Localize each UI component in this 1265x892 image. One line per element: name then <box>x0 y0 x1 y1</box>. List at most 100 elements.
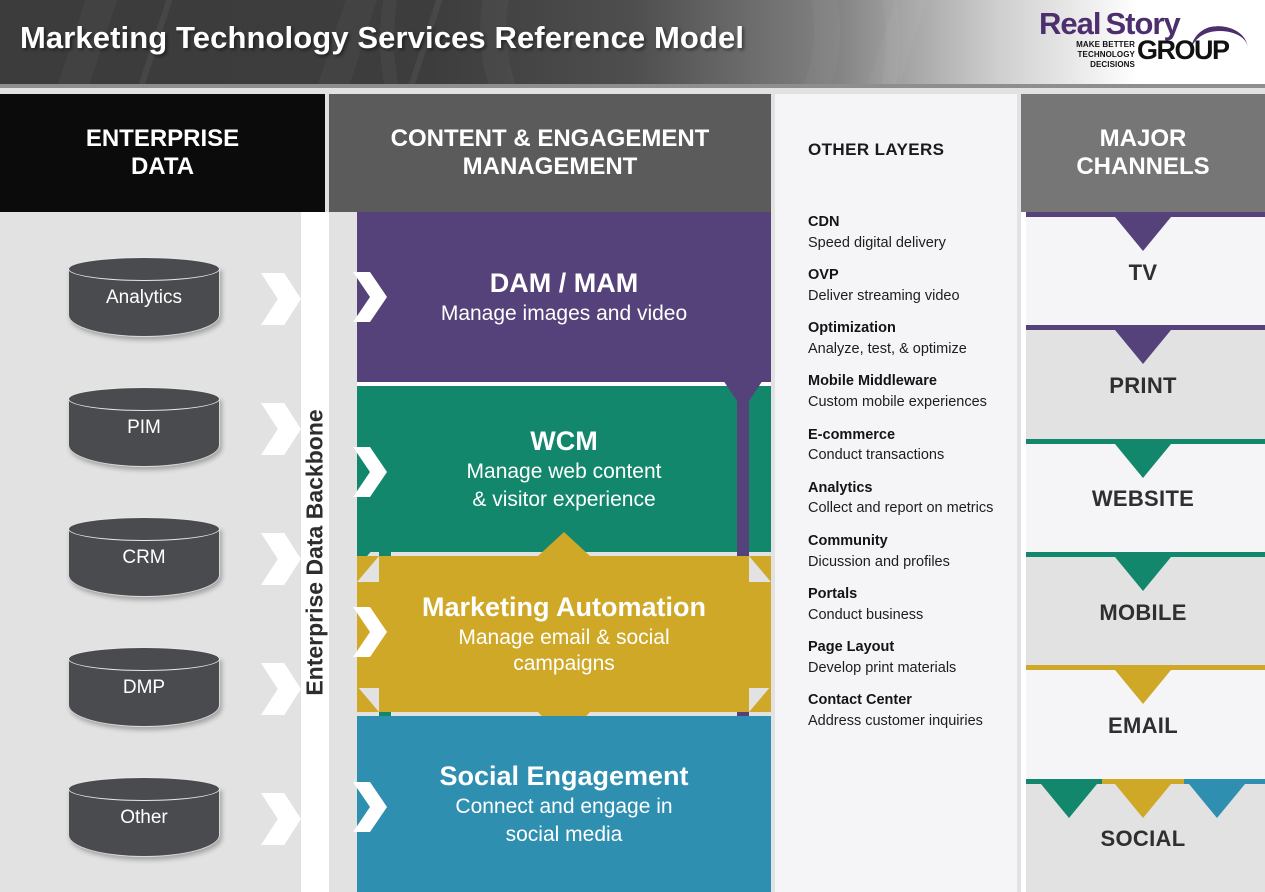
channel-down-arrow-icon <box>1115 783 1171 818</box>
channel-label: SOCIAL <box>1100 826 1186 852</box>
data-store-label: DMP <box>122 677 166 698</box>
other-layer-item[interactable]: E-commerce Conduct transactions <box>808 425 1005 466</box>
channel-label: PRINT <box>1109 372 1177 398</box>
capability-block-marketing-automation[interactable]: Marketing Automation Manage email & soci… <box>357 532 771 740</box>
other-layer-description: Develop print materials <box>808 659 957 676</box>
data-store-cylinder[interactable]: PIM <box>68 387 220 472</box>
gold-notch-bottom-left <box>357 686 379 712</box>
band-enterprise-line-1: ENTERPRISE <box>85 124 240 152</box>
gold-notch-bottom-right <box>749 686 771 712</box>
band-enterprise-line-2: DATA <box>130 153 195 180</box>
band-channels-line-2: CHANNELS <box>1076 153 1210 180</box>
channel-down-arrow-icon <box>1115 217 1171 251</box>
other-layer-name: Analytics <box>808 479 873 496</box>
data-store-cylinder[interactable]: DMP <box>68 647 220 732</box>
channel-down-arrow-icon <box>1115 670 1171 705</box>
band-header-enterprise-data: ENTERPRISE DATA <box>0 94 325 212</box>
band-content-line-2: MANAGEMENT <box>462 153 638 180</box>
gold-up-arrow-icon <box>538 532 590 556</box>
band-header-content-engagement: CONTENT & ENGAGEMENT MANAGEMENT <box>329 94 771 212</box>
other-layer-item[interactable]: Community Dicussion and profiles <box>808 531 1005 572</box>
data-store-cylinder[interactable]: CRM <box>68 517 220 602</box>
other-layer-description: Conduct transactions <box>808 447 945 464</box>
other-layer-item[interactable]: CDN Speed digital delivery <box>808 212 1005 253</box>
real-story-group-logo: Real Story GROUP MAKE BETTER TECHNOLOGY D… <box>1039 4 1249 76</box>
flow-chevron-icon <box>261 273 301 325</box>
channel-row-social[interactable]: SOCIAL <box>1021 778 1265 892</box>
other-layer-description: Custom mobile experiences <box>808 394 987 411</box>
logo-tagline: MAKE BETTER TECHNOLOGY DECISIONS <box>1039 40 1135 70</box>
channel-label: MOBILE <box>1099 599 1187 625</box>
cylinder-top <box>68 257 220 281</box>
band-header-major-channels: MAJOR CHANNELS <box>1021 94 1265 212</box>
cylinder-top <box>68 777 220 801</box>
other-layer-name: CDN <box>808 214 840 230</box>
channel-down-arrow-icon <box>1041 783 1097 818</box>
purple-flow-arrow-head-upper <box>719 374 767 410</box>
capability-block-social-engagement[interactable]: Social Engagement Connect and engage in … <box>357 716 771 892</box>
band-content-line-1: CONTENT & ENGAGEMENT <box>390 124 710 152</box>
gold-notch-top-right <box>749 556 771 582</box>
other-layer-name: Page Layout <box>808 639 895 656</box>
block-subtitle-line-1: Manage web content <box>466 460 662 484</box>
other-layer-description: Dicussion and profiles <box>808 553 950 570</box>
other-layer-description: Deliver streaming video <box>808 287 960 304</box>
flow-chevron-icon <box>261 793 301 845</box>
major-channels-panel: TV PRINT WEBSITE MOBILE EMAIL SOCIAL <box>1021 212 1265 892</box>
channel-label: EMAIL <box>1108 712 1178 738</box>
other-layer-name: OVP <box>808 267 839 284</box>
channel-down-arrow-icon <box>1189 783 1245 818</box>
block-title: DAM / MAM <box>489 268 639 298</box>
other-layer-name: Portals <box>808 586 858 603</box>
logo-tagline-line-1: MAKE BETTER <box>1076 40 1135 49</box>
other-layer-description: Analyze, test, & optimize <box>808 340 967 357</box>
enterprise-data-panel: Analytics PIM CRM DMP Other <box>0 212 301 892</box>
other-layer-item[interactable]: OVP Deliver streaming video <box>808 265 1005 306</box>
block-title: WCM <box>530 426 598 457</box>
capability-block-dam-mam[interactable]: DAM / MAM Manage images and video <box>357 212 771 382</box>
other-layer-description: Collect and report on metrics <box>808 500 994 517</box>
flow-chevron-icon <box>261 533 301 585</box>
channel-label: TV <box>1128 259 1158 285</box>
logo-word-group: GROUP <box>1137 35 1230 65</box>
block-title: Social Engagement <box>439 761 689 792</box>
gold-notch-top-left <box>357 556 379 582</box>
other-layer-item[interactable]: Page Layout Develop print materials <box>808 637 1005 678</box>
other-layer-item[interactable]: Mobile Middleware Custom mobile experienc… <box>808 371 1005 412</box>
other-layer-item[interactable]: Portals Conduct business <box>808 584 1005 625</box>
block-subtitle-line-2: social media <box>505 823 623 847</box>
page-title: Marketing Technology Services Reference … <box>20 20 745 55</box>
other-layer-name: Contact Center <box>808 692 912 709</box>
page-header: Marketing Technology Services Reference … <box>0 0 1265 88</box>
data-store-cylinder[interactable]: Other <box>68 777 220 862</box>
data-store-label: Other <box>120 807 168 828</box>
other-layer-item[interactable]: Contact Center Address customer inquiries <box>808 690 1005 731</box>
other-layers-title: OTHER LAYERS <box>808 140 945 159</box>
channel-row-tv[interactable]: TV <box>1021 212 1265 326</box>
band-channels-line-1: MAJOR <box>1099 124 1187 152</box>
data-store-label: Analytics <box>105 287 183 308</box>
gold-right-edge <box>749 582 771 688</box>
cylinder-top <box>68 387 220 411</box>
other-layer-description: Conduct business <box>808 606 924 623</box>
other-layer-description: Address customer inquiries <box>808 712 983 729</box>
backbone-label: Enterprise Data Backbone <box>301 408 328 696</box>
enterprise-data-backbone: Enterprise Data Backbone <box>301 212 329 892</box>
capability-block-wcm[interactable]: WCM Manage web content & visitor experie… <box>357 386 771 552</box>
block-subtitle-line-2: campaigns <box>513 651 615 675</box>
cylinder-top <box>68 647 220 671</box>
other-layer-name: E-commerce <box>808 426 896 443</box>
channel-row-mobile[interactable]: MOBILE <box>1021 552 1265 666</box>
channel-row-email[interactable]: EMAIL <box>1021 665 1265 779</box>
other-layer-name: Mobile Middleware <box>808 373 937 390</box>
channel-label: WEBSITE <box>1091 486 1195 512</box>
header-rule <box>0 84 1265 88</box>
other-layer-item[interactable]: Analytics Collect and report on metrics <box>808 478 1005 519</box>
other-layer-item[interactable]: Optimization Analyze, test, & optimize <box>808 318 1005 359</box>
channel-row-website[interactable]: WEBSITE <box>1021 438 1265 552</box>
data-store-cylinder[interactable]: Analytics <box>68 257 220 342</box>
flow-chevron-icon <box>261 663 301 715</box>
channel-row-print[interactable]: PRINT <box>1021 325 1265 439</box>
reference-model-diagram: Marketing Technology Services Reference … <box>0 0 1265 892</box>
data-store-label: CRM <box>122 547 166 568</box>
